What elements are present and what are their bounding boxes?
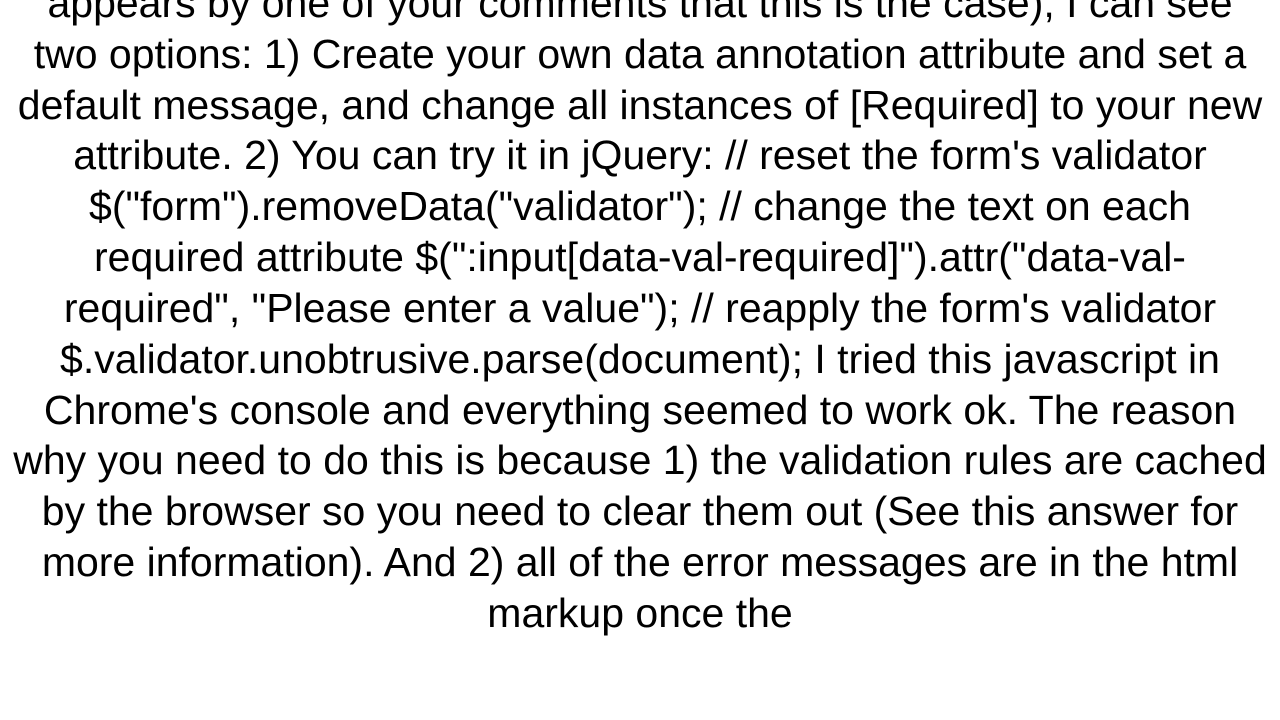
body-text: appears by one of your comments that thi… — [0, 0, 1280, 639]
